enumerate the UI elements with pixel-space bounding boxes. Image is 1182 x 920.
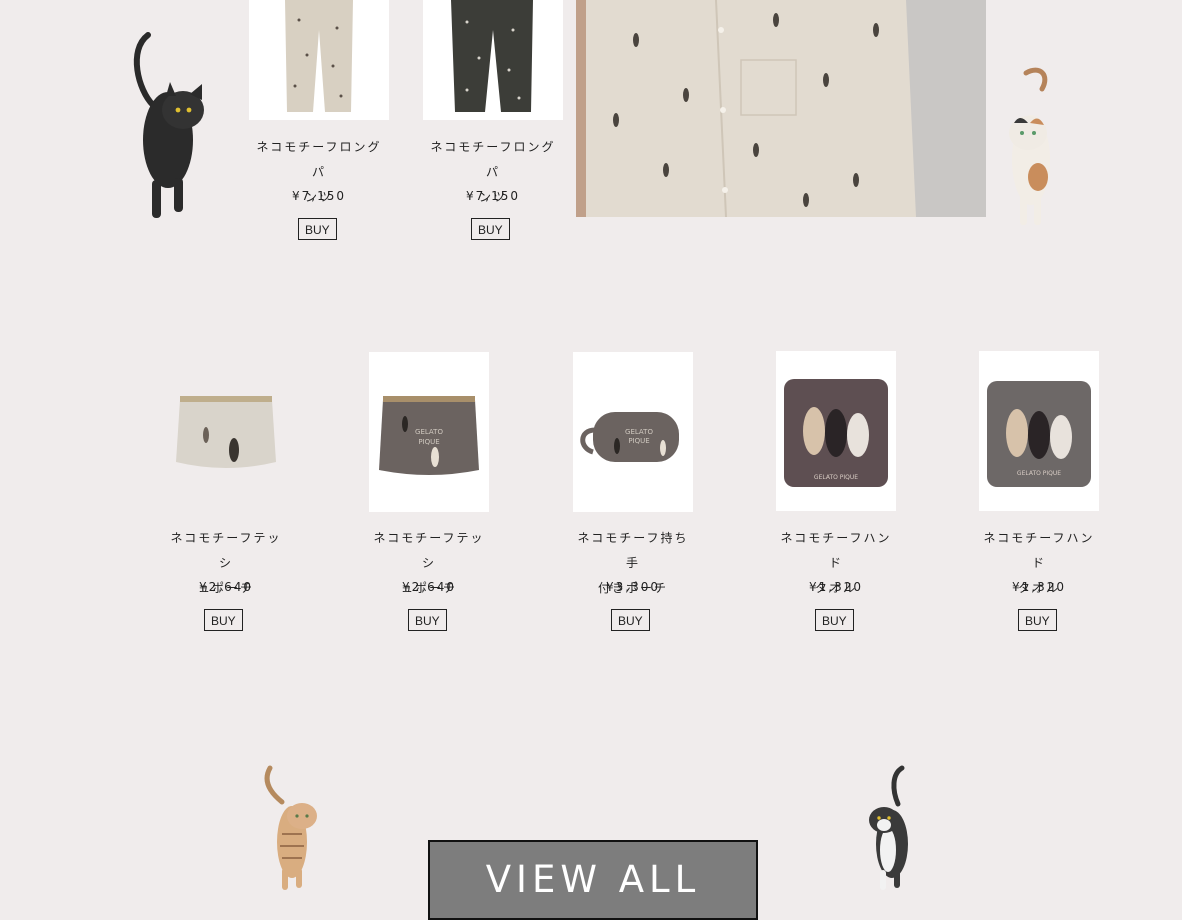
buy-button[interactable]: BUY bbox=[471, 218, 510, 240]
gray-hand-towel-picture: GELATO PIQUE bbox=[979, 351, 1099, 511]
cat-print-shirt-picture bbox=[576, 0, 986, 217]
product-price: ¥7,150 bbox=[292, 189, 346, 203]
beige-tissue-pouch-picture bbox=[176, 396, 276, 468]
brown-tissue-pouch-picture: GELATO PIQUE bbox=[369, 352, 489, 512]
product-image[interactable] bbox=[166, 350, 286, 510]
buy-button[interactable]: BUY bbox=[298, 218, 337, 240]
charcoal-pants-picture bbox=[423, 0, 563, 120]
product-image[interactable] bbox=[423, 0, 563, 120]
buy-button[interactable]: BUY bbox=[815, 609, 854, 631]
view-all-button[interactable]: VIEW ALL bbox=[428, 840, 758, 920]
buy-button[interactable]: BUY bbox=[204, 609, 243, 631]
svg-text:GELATO: GELATO bbox=[625, 428, 653, 436]
feature-photo[interactable] bbox=[576, 0, 986, 217]
product-card: ネコモチーフロング パ ンツ ¥7,150 BUY bbox=[249, 0, 389, 245]
svg-text:GELATO PIQUE: GELATO PIQUE bbox=[814, 474, 858, 481]
svg-text:PIQUE: PIQUE bbox=[628, 437, 649, 445]
product-price: ¥2,640 bbox=[402, 580, 456, 594]
product-image[interactable] bbox=[249, 0, 389, 120]
svg-text:GELATO PIQUE: GELATO PIQUE bbox=[1017, 470, 1061, 477]
product-image[interactable]: GELATO PIQUE bbox=[369, 352, 489, 512]
product-card: ネコモチーフテッシ ュポーチ ¥2,640 BUY bbox=[166, 350, 286, 635]
product-price: ¥2,640 bbox=[199, 580, 253, 594]
beige-pants-picture bbox=[249, 0, 389, 120]
product-card: GELATO PIQUE ネコモチーフハンド タオル ¥1,320 BUY bbox=[979, 350, 1099, 635]
product-image[interactable]: GELATO PIQUE bbox=[573, 352, 693, 512]
svg-text:GELATO: GELATO bbox=[415, 428, 443, 436]
buy-button[interactable]: BUY bbox=[1018, 609, 1057, 631]
tuxedo-cat-illustration bbox=[869, 765, 908, 890]
product-card: ネコモチーフロング パ ンツ ¥7,150 BUY bbox=[423, 0, 563, 245]
black-cat-illustration bbox=[133, 32, 204, 218]
product-card: GELATO PIQUE ネコモチーフ持ち手 付きポーチ ¥3,300 BUY bbox=[573, 350, 693, 635]
handle-pouch-picture: GELATO PIQUE bbox=[573, 352, 693, 512]
brown-hand-towel-picture: GELATO PIQUE bbox=[776, 351, 896, 511]
product-name-line1: ネコモチーフロング パ bbox=[256, 140, 382, 179]
calico-cat-illustration bbox=[1009, 67, 1050, 225]
product-name-line1: ネコモチーフハンド bbox=[983, 531, 1095, 570]
product-name-line1: ネコモチーフテッシ bbox=[170, 531, 282, 570]
product-image[interactable]: GELATO PIQUE bbox=[979, 351, 1099, 511]
product-name-line1: ネコモチーフロング パ bbox=[430, 140, 556, 179]
product-price: ¥3,300 bbox=[606, 580, 660, 594]
product-name-line1: ネコモチーフテッシ bbox=[373, 531, 485, 570]
svg-text:PIQUE: PIQUE bbox=[418, 438, 439, 446]
product-price: ¥1,320 bbox=[1012, 580, 1066, 594]
product-name-line1: ネコモチーフ持ち手 bbox=[577, 531, 689, 570]
buy-button[interactable]: BUY bbox=[611, 609, 650, 631]
tabby-cat-illustration bbox=[264, 765, 317, 890]
buy-button[interactable]: BUY bbox=[408, 609, 447, 631]
product-card: GELATO PIQUE ネコモチーフテッシ ュポーチ ¥2,640 BUY bbox=[369, 350, 489, 635]
product-name-line1: ネコモチーフハンド bbox=[780, 531, 892, 570]
product-price: ¥7,150 bbox=[466, 189, 520, 203]
product-card: GELATO PIQUE ネコモチーフハンド タオル ¥1,320 BUY bbox=[776, 350, 896, 635]
product-image[interactable]: GELATO PIQUE bbox=[776, 351, 896, 511]
product-price: ¥1,320 bbox=[809, 580, 863, 594]
